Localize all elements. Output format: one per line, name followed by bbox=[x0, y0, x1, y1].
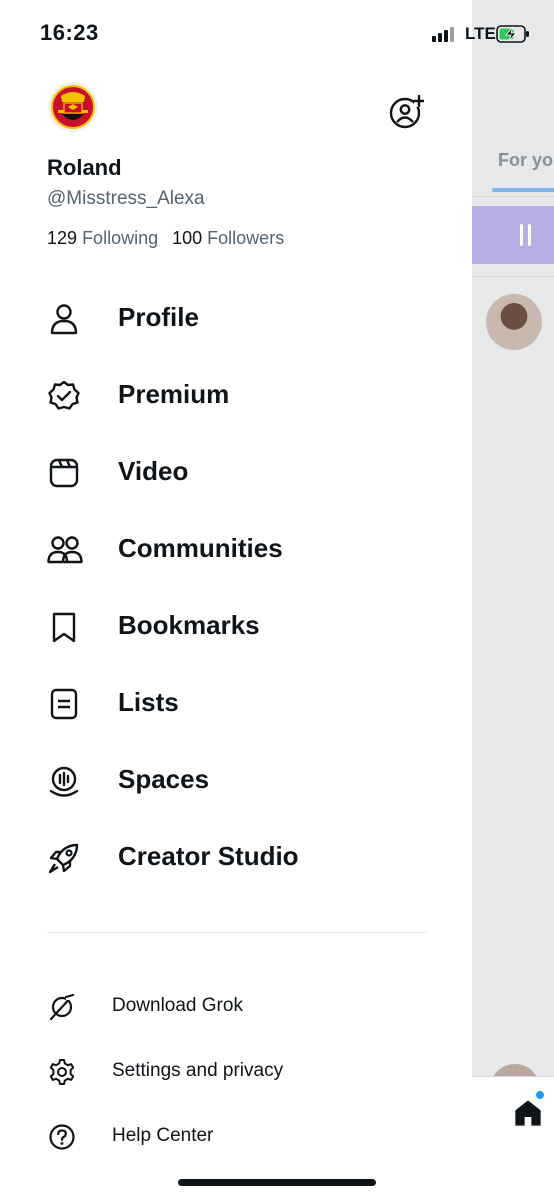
bottom-tab-bar bbox=[472, 1076, 554, 1199]
menu-item-label: Premium bbox=[118, 379, 230, 409]
menu-item-help-center[interactable]: Help Center bbox=[0, 1107, 472, 1167]
menu-item-label: Bookmarks bbox=[118, 610, 260, 640]
video-icon bbox=[47, 456, 81, 490]
followers-link[interactable]: 100 Followers bbox=[172, 228, 284, 248]
menu-item-premium[interactable]: Premium bbox=[0, 357, 472, 434]
list-icon bbox=[47, 687, 81, 721]
menu-item-label: Profile bbox=[118, 302, 199, 332]
followers-label: Followers bbox=[207, 228, 285, 248]
menu-item-label: Help Center bbox=[112, 1125, 214, 1146]
add-account-button[interactable] bbox=[388, 94, 424, 130]
followers-count: 100 bbox=[172, 228, 203, 248]
menu-item-label: Lists bbox=[118, 687, 179, 717]
feed-divider bbox=[472, 276, 554, 277]
network-type: LTE bbox=[465, 24, 496, 43]
manchester-united-crest-icon bbox=[48, 82, 98, 132]
person-icon bbox=[47, 302, 81, 336]
menu-divider bbox=[47, 932, 427, 933]
navigation-drawer: 16:23 Roland @Misstress_Alexa 129 Follow… bbox=[0, 0, 472, 1199]
gear-icon bbox=[48, 1058, 76, 1086]
notification-dot bbox=[536, 1091, 544, 1099]
add-account-icon bbox=[389, 94, 424, 129]
signal-strength-icon bbox=[432, 27, 454, 42]
menu-item-label: Settings and privacy bbox=[112, 1060, 284, 1081]
menu-item-label: Video bbox=[118, 456, 189, 486]
help-icon bbox=[48, 1123, 76, 1151]
rocket-icon bbox=[47, 841, 81, 875]
avatar[interactable] bbox=[48, 82, 98, 132]
menu-item-video[interactable]: Video bbox=[0, 434, 472, 511]
home-icon[interactable] bbox=[512, 1097, 544, 1129]
menu-item-download-grok[interactable]: Download Grok bbox=[0, 977, 472, 1037]
menu-item-lists[interactable]: Lists bbox=[0, 665, 472, 742]
status-time: 16:23 bbox=[40, 20, 99, 45]
grok-icon bbox=[48, 993, 76, 1021]
home-indicator bbox=[178, 1179, 376, 1186]
tab-divider bbox=[472, 196, 554, 197]
live-spaces-pill[interactable] bbox=[472, 206, 554, 264]
battery-charging-icon bbox=[496, 25, 529, 43]
account-handle: @Misstress_Alexa bbox=[47, 188, 205, 209]
menu-item-settings[interactable]: Settings and privacy bbox=[0, 1042, 472, 1102]
active-tab-indicator bbox=[492, 188, 554, 192]
menu-item-spaces[interactable]: Spaces bbox=[0, 742, 472, 819]
status-bar: 16:23 bbox=[0, 0, 472, 66]
follow-stats: 129 Following 100 Followers bbox=[47, 228, 284, 249]
display-name[interactable]: Roland bbox=[47, 155, 122, 181]
menu-item-profile[interactable]: Profile bbox=[0, 280, 472, 357]
bookmark-icon bbox=[47, 610, 81, 644]
menu-item-communities[interactable]: Communities bbox=[0, 511, 472, 588]
spaces-icon bbox=[47, 764, 81, 798]
for-you-tab[interactable]: For yo bbox=[498, 150, 553, 171]
menu-item-bookmarks[interactable]: Bookmarks bbox=[0, 588, 472, 665]
menu-item-label: Download Grok bbox=[112, 995, 243, 1016]
following-count: 129 bbox=[47, 228, 78, 248]
following-link[interactable]: 129 Following bbox=[47, 228, 158, 248]
following-label: Following bbox=[82, 228, 159, 248]
communities-icon bbox=[47, 533, 83, 567]
status-indicators: LTE bbox=[432, 24, 554, 44]
verified-badge-icon bbox=[47, 379, 81, 413]
audio-bars-icon bbox=[520, 224, 532, 246]
menu-item-label: Creator Studio bbox=[118, 841, 299, 871]
menu-item-creator-studio[interactable]: Creator Studio bbox=[0, 819, 472, 896]
post-author-avatar[interactable] bbox=[486, 294, 542, 350]
background-feed: For yo bbox=[472, 0, 554, 1199]
menu-item-label: Spaces bbox=[118, 764, 210, 794]
menu-item-label: Communities bbox=[118, 533, 283, 563]
